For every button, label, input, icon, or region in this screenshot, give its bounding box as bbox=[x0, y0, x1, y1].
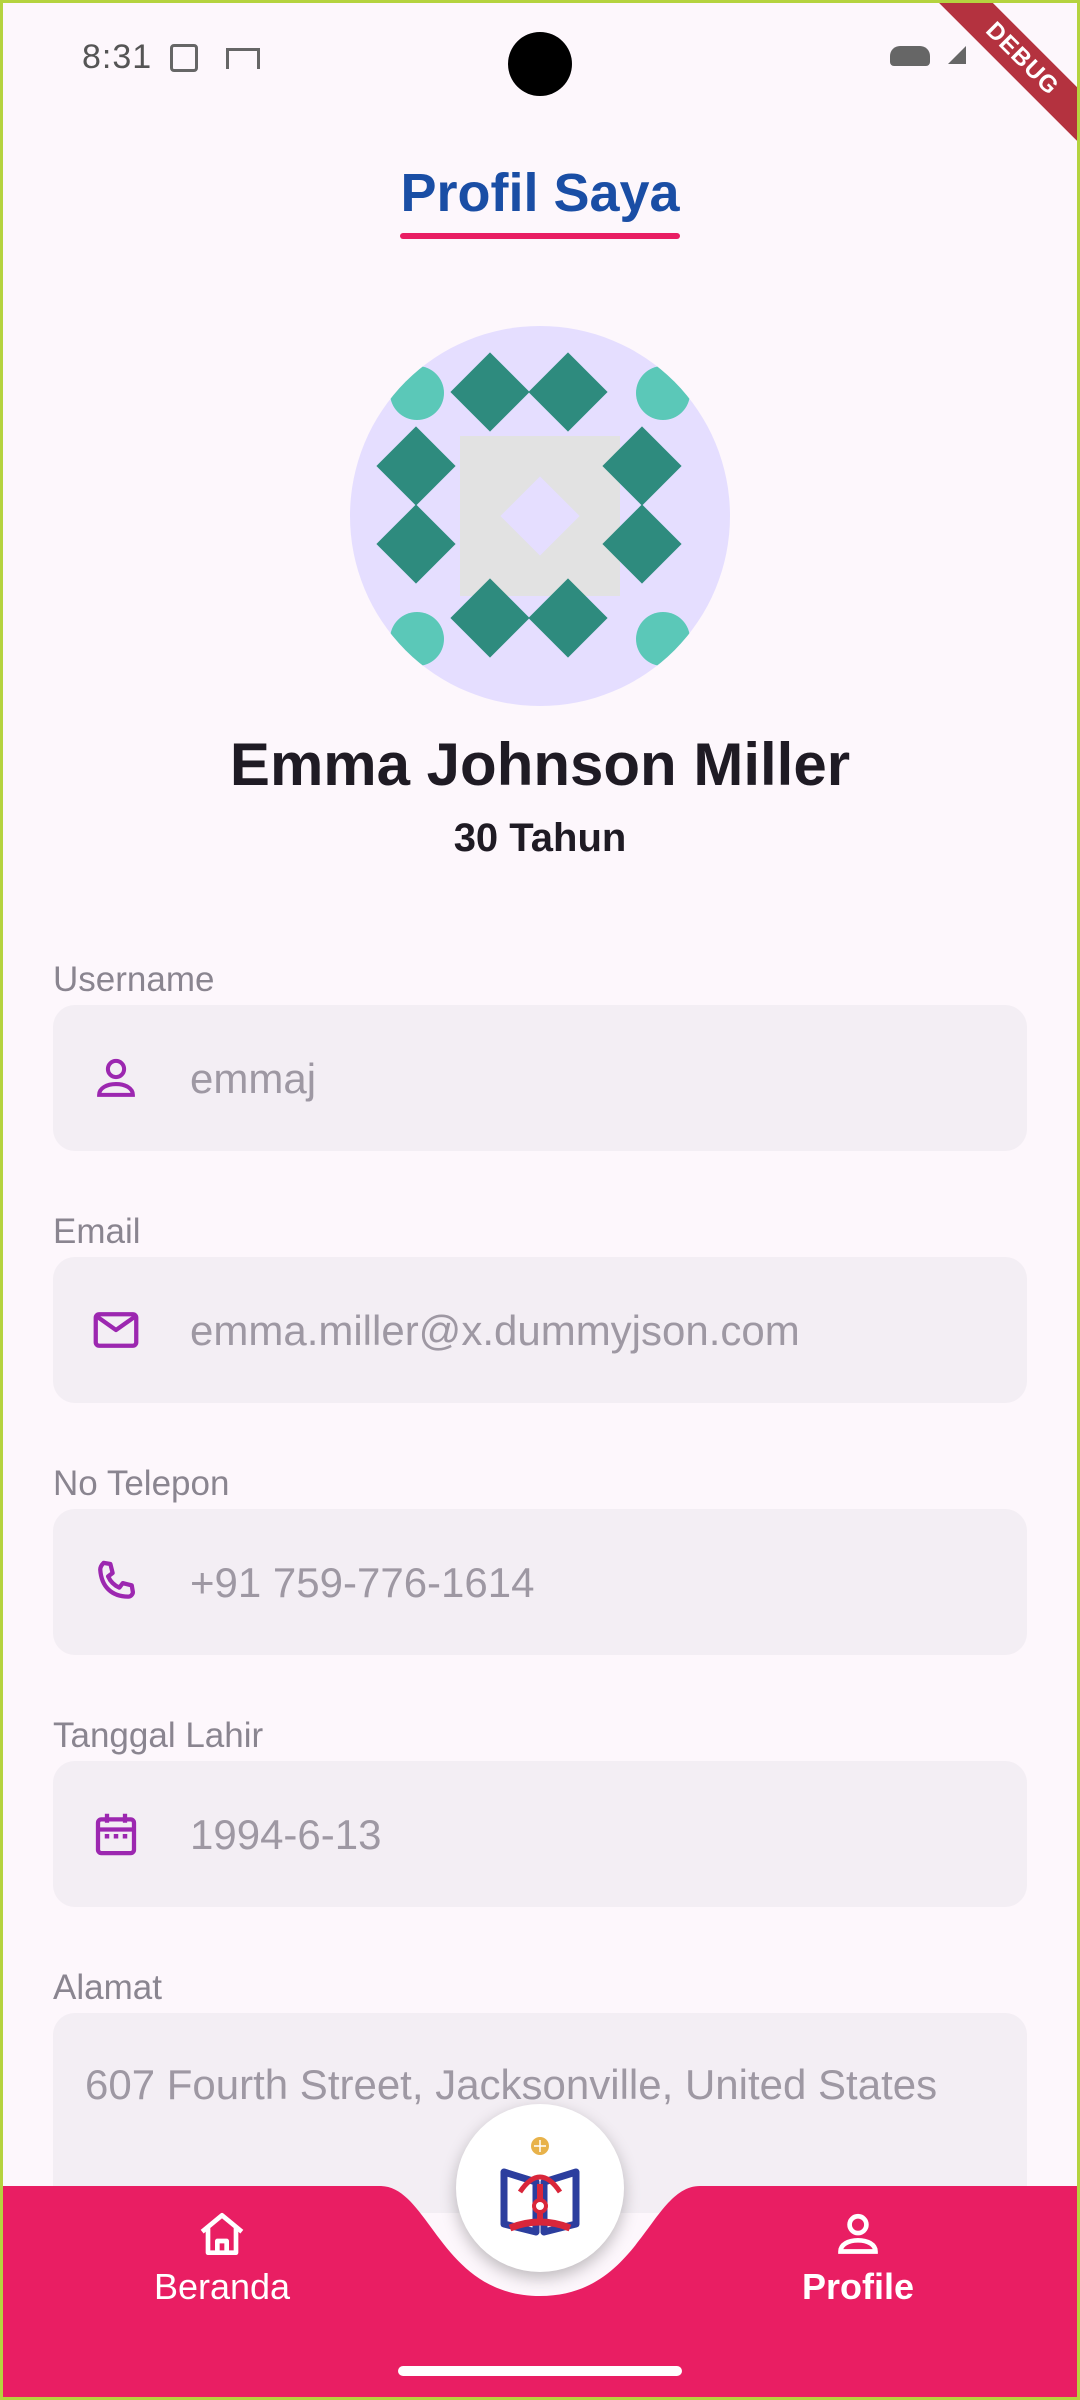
avatar-pattern-diamond bbox=[376, 504, 456, 584]
mail-icon bbox=[89, 1303, 143, 1357]
avatar-pattern-dot bbox=[390, 366, 444, 420]
nav-label-profile: Profile bbox=[801, 2266, 915, 2307]
calendar-icon bbox=[89, 1807, 143, 1861]
nav-label-beranda: Beranda bbox=[153, 2266, 291, 2307]
address-label: Alamat bbox=[53, 1968, 162, 2007]
wifi-icon bbox=[890, 46, 930, 66]
avatar-pattern-dot bbox=[636, 366, 690, 420]
profile-age: 30 Tahun bbox=[453, 816, 627, 860]
title-underline bbox=[400, 233, 680, 239]
status-time: 8:31 bbox=[82, 38, 153, 76]
address-value: 607 Fourth Street, Jacksonville, United … bbox=[85, 2061, 938, 2108]
profile-name: Emma Johnson Miller bbox=[229, 731, 851, 798]
signal-icon bbox=[948, 46, 966, 64]
person-icon bbox=[89, 1051, 143, 1105]
avatar-pattern-dot bbox=[636, 612, 690, 666]
username-label: Username bbox=[53, 960, 215, 999]
camera-cutout bbox=[508, 32, 572, 96]
username-value: emmaj bbox=[190, 1055, 317, 1102]
screen-icon bbox=[226, 48, 260, 69]
app-logo-icon bbox=[500, 2137, 580, 2236]
phone-label: No Telepon bbox=[53, 1464, 230, 1503]
avatar-pattern-diamond bbox=[528, 352, 608, 432]
person-icon bbox=[830, 2206, 886, 2262]
email-field[interactable]: emma.miller@x.dummyjson.com bbox=[53, 1257, 1027, 1403]
email-label: Email bbox=[53, 1212, 141, 1251]
home-icon bbox=[194, 2206, 250, 2262]
phone-value: +91 759-776-1614 bbox=[190, 1559, 535, 1606]
home-indicator[interactable] bbox=[398, 2366, 682, 2376]
avatar[interactable] bbox=[350, 326, 730, 706]
status-bar: 8:31 bbox=[0, 0, 1080, 96]
username-field[interactable]: emmaj bbox=[53, 1005, 1027, 1151]
page-title: Profil Saya bbox=[400, 163, 680, 223]
phone-icon bbox=[89, 1555, 143, 1609]
email-value: emma.miller@x.dummyjson.com bbox=[190, 1307, 800, 1354]
center-fab-button[interactable] bbox=[456, 2104, 624, 2272]
nav-item-profile[interactable]: Profile bbox=[748, 2206, 968, 2326]
birthdate-label: Tanggal Lahir bbox=[53, 1716, 264, 1755]
notification-icon bbox=[170, 44, 198, 72]
nav-item-beranda[interactable]: Beranda bbox=[112, 2206, 332, 2326]
birthdate-field[interactable]: 1994-6-13 bbox=[53, 1761, 1027, 1907]
phone-field[interactable]: +91 759-776-1614 bbox=[53, 1509, 1027, 1655]
avatar-pattern-diamond bbox=[450, 352, 530, 432]
avatar-pattern-diamond bbox=[376, 426, 456, 506]
avatar-pattern-dot bbox=[390, 612, 444, 666]
birthdate-value: 1994-6-13 bbox=[190, 1811, 382, 1858]
